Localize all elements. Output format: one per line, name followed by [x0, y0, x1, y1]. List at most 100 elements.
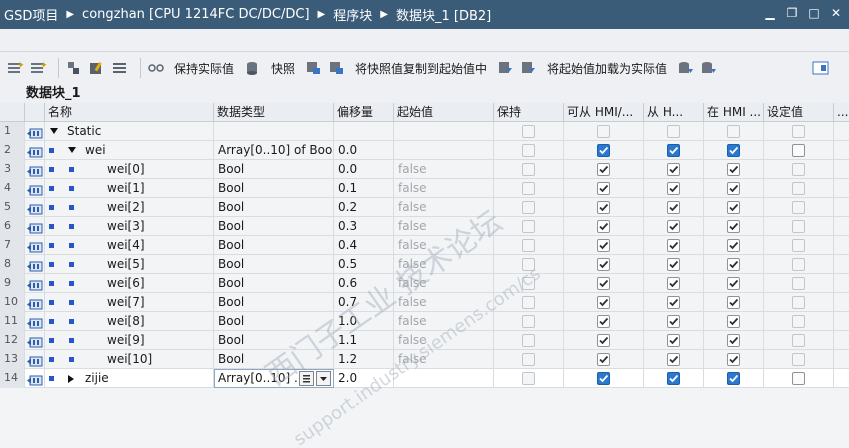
- expand-icon[interactable]: [65, 59, 83, 77]
- retain-checkbox[interactable]: [522, 334, 535, 347]
- col-header-start-value[interactable]: 起始值: [394, 103, 494, 122]
- col-header-hmi-write[interactable]: 从 H...: [644, 103, 704, 122]
- breadcrumb-device[interactable]: congzhan [CPU 1214FC DC/DC/DC]: [82, 7, 310, 22]
- datatype-cell[interactable]: Bool: [214, 255, 334, 274]
- copy-snapshot-icon-2[interactable]: [328, 59, 346, 77]
- datatype-cell[interactable]: Bool: [214, 293, 334, 312]
- datatype-cell[interactable]: [214, 122, 334, 141]
- start-value-cell[interactable]: false: [394, 179, 494, 198]
- retain-checkbox[interactable]: [522, 182, 535, 195]
- start-value-cell[interactable]: false: [394, 312, 494, 331]
- table-row[interactable]: 6 wei[3] Bool 0.3 false: [0, 217, 849, 236]
- retain-checkbox[interactable]: [522, 220, 535, 233]
- retain-checkbox[interactable]: [522, 163, 535, 176]
- start-value-cell[interactable]: false: [394, 236, 494, 255]
- snapshot-button[interactable]: 快照: [271, 60, 295, 77]
- hmi-visible-checkbox[interactable]: [727, 334, 740, 347]
- datatype-cell[interactable]: Bool: [214, 350, 334, 369]
- name-cell[interactable]: wei[2]: [45, 198, 214, 217]
- retain-checkbox[interactable]: [522, 144, 535, 157]
- name-cell[interactable]: zijie: [45, 369, 214, 388]
- hmi-write-checkbox[interactable]: [667, 239, 680, 252]
- hmi-visible-checkbox[interactable]: [727, 258, 740, 271]
- hmi-write-checkbox[interactable]: [667, 315, 680, 328]
- retain-checkbox[interactable]: [522, 353, 535, 366]
- datatype-cell[interactable]: Bool: [214, 179, 334, 198]
- row-number[interactable]: 10: [0, 293, 25, 312]
- row-number[interactable]: 11: [0, 312, 25, 331]
- hmi-write-checkbox[interactable]: [667, 296, 680, 309]
- setpoint-checkbox[interactable]: [792, 201, 805, 214]
- browse-type-icon[interactable]: [299, 371, 314, 386]
- close-icon[interactable]: ✕: [829, 6, 843, 20]
- setpoint-checkbox[interactable]: [792, 353, 805, 366]
- hmi-write-checkbox[interactable]: [667, 220, 680, 233]
- hmi-access-checkbox[interactable]: [597, 220, 610, 233]
- hmi-access-checkbox[interactable]: [597, 296, 610, 309]
- minimize-icon[interactable]: ▁: [763, 6, 777, 20]
- row-number[interactable]: 2: [0, 141, 25, 160]
- start-value-cell[interactable]: false: [394, 293, 494, 312]
- hmi-write-checkbox[interactable]: [667, 258, 680, 271]
- row-number[interactable]: 8: [0, 255, 25, 274]
- hmi-visible-checkbox[interactable]: [727, 144, 740, 157]
- keep-actual-values-button[interactable]: 保持实际值: [174, 60, 234, 77]
- setpoint-checkbox[interactable]: [792, 277, 805, 290]
- expand-arrow-icon[interactable]: [68, 375, 74, 383]
- setpoint-checkbox[interactable]: [792, 334, 805, 347]
- hmi-visible-checkbox[interactable]: [727, 239, 740, 252]
- hmi-visible-checkbox[interactable]: [727, 353, 740, 366]
- database-load-icon-2[interactable]: [700, 59, 718, 77]
- name-cell[interactable]: wei[5]: [45, 255, 214, 274]
- hmi-visible-checkbox[interactable]: [727, 315, 740, 328]
- row-number[interactable]: 12: [0, 331, 25, 350]
- datatype-cell[interactable]: Bool: [214, 236, 334, 255]
- datatype-cell[interactable]: Bool: [214, 160, 334, 179]
- table-row[interactable]: 1 Static: [0, 122, 849, 141]
- row-number[interactable]: 9: [0, 274, 25, 293]
- hmi-write-checkbox[interactable]: [667, 277, 680, 290]
- datatype-cell[interactable]: Array[0..10] of Bool: [214, 141, 334, 160]
- name-cell[interactable]: wei[4]: [45, 236, 214, 255]
- collapse-arrow-icon[interactable]: [50, 128, 58, 134]
- datatype-cell[interactable]: Bool: [214, 217, 334, 236]
- hmi-access-checkbox[interactable]: [597, 182, 610, 195]
- table-row[interactable]: 8 wei[5] Bool 0.5 false: [0, 255, 849, 274]
- retain-checkbox[interactable]: [522, 258, 535, 271]
- hmi-write-checkbox[interactable]: [667, 163, 680, 176]
- name-cell[interactable]: Static: [45, 122, 214, 141]
- name-cell[interactable]: wei[8]: [45, 312, 214, 331]
- collapse-arrow-icon[interactable]: [68, 147, 76, 153]
- row-number[interactable]: 3: [0, 160, 25, 179]
- hmi-access-checkbox[interactable]: [597, 372, 610, 385]
- col-header-hmi-access[interactable]: 可从 HMI/...: [564, 103, 644, 122]
- col-header-offset[interactable]: 偏移量: [334, 103, 394, 122]
- setpoint-checkbox[interactable]: [792, 315, 805, 328]
- name-cell[interactable]: wei[0]: [45, 160, 214, 179]
- table-row[interactable]: 11 wei[8] Bool 1.0 false: [0, 312, 849, 331]
- load-icon[interactable]: [497, 59, 515, 77]
- start-value-cell[interactable]: [394, 369, 494, 388]
- col-header-setpoint[interactable]: 设定值: [764, 103, 834, 122]
- hmi-write-checkbox[interactable]: [667, 201, 680, 214]
- breadcrumb-project[interactable]: GSD项目: [4, 5, 58, 24]
- setpoint-checkbox[interactable]: [792, 220, 805, 233]
- list-view-icon[interactable]: [111, 59, 129, 77]
- row-number[interactable]: 5: [0, 198, 25, 217]
- start-value-cell[interactable]: false: [394, 255, 494, 274]
- datatype-cell[interactable]: Bool: [214, 274, 334, 293]
- start-value-cell[interactable]: false: [394, 350, 494, 369]
- hmi-write-checkbox[interactable]: [667, 353, 680, 366]
- hmi-write-checkbox[interactable]: [667, 182, 680, 195]
- col-header-more[interactable]: ...: [834, 103, 849, 122]
- table-row[interactable]: 12 wei[9] Bool 1.1 false: [0, 331, 849, 350]
- database-icon[interactable]: [244, 59, 262, 77]
- name-cell[interactable]: wei[9]: [45, 331, 214, 350]
- col-header-name[interactable]: 名称: [45, 103, 214, 122]
- hmi-visible-checkbox[interactable]: [727, 372, 740, 385]
- table-row[interactable]: 5 wei[2] Bool 0.2 false: [0, 198, 849, 217]
- monitor-glasses-icon[interactable]: [147, 59, 165, 77]
- hmi-access-checkbox[interactable]: [597, 144, 610, 157]
- start-value-cell[interactable]: false: [394, 217, 494, 236]
- insert-row-icon[interactable]: ✦: [6, 59, 24, 77]
